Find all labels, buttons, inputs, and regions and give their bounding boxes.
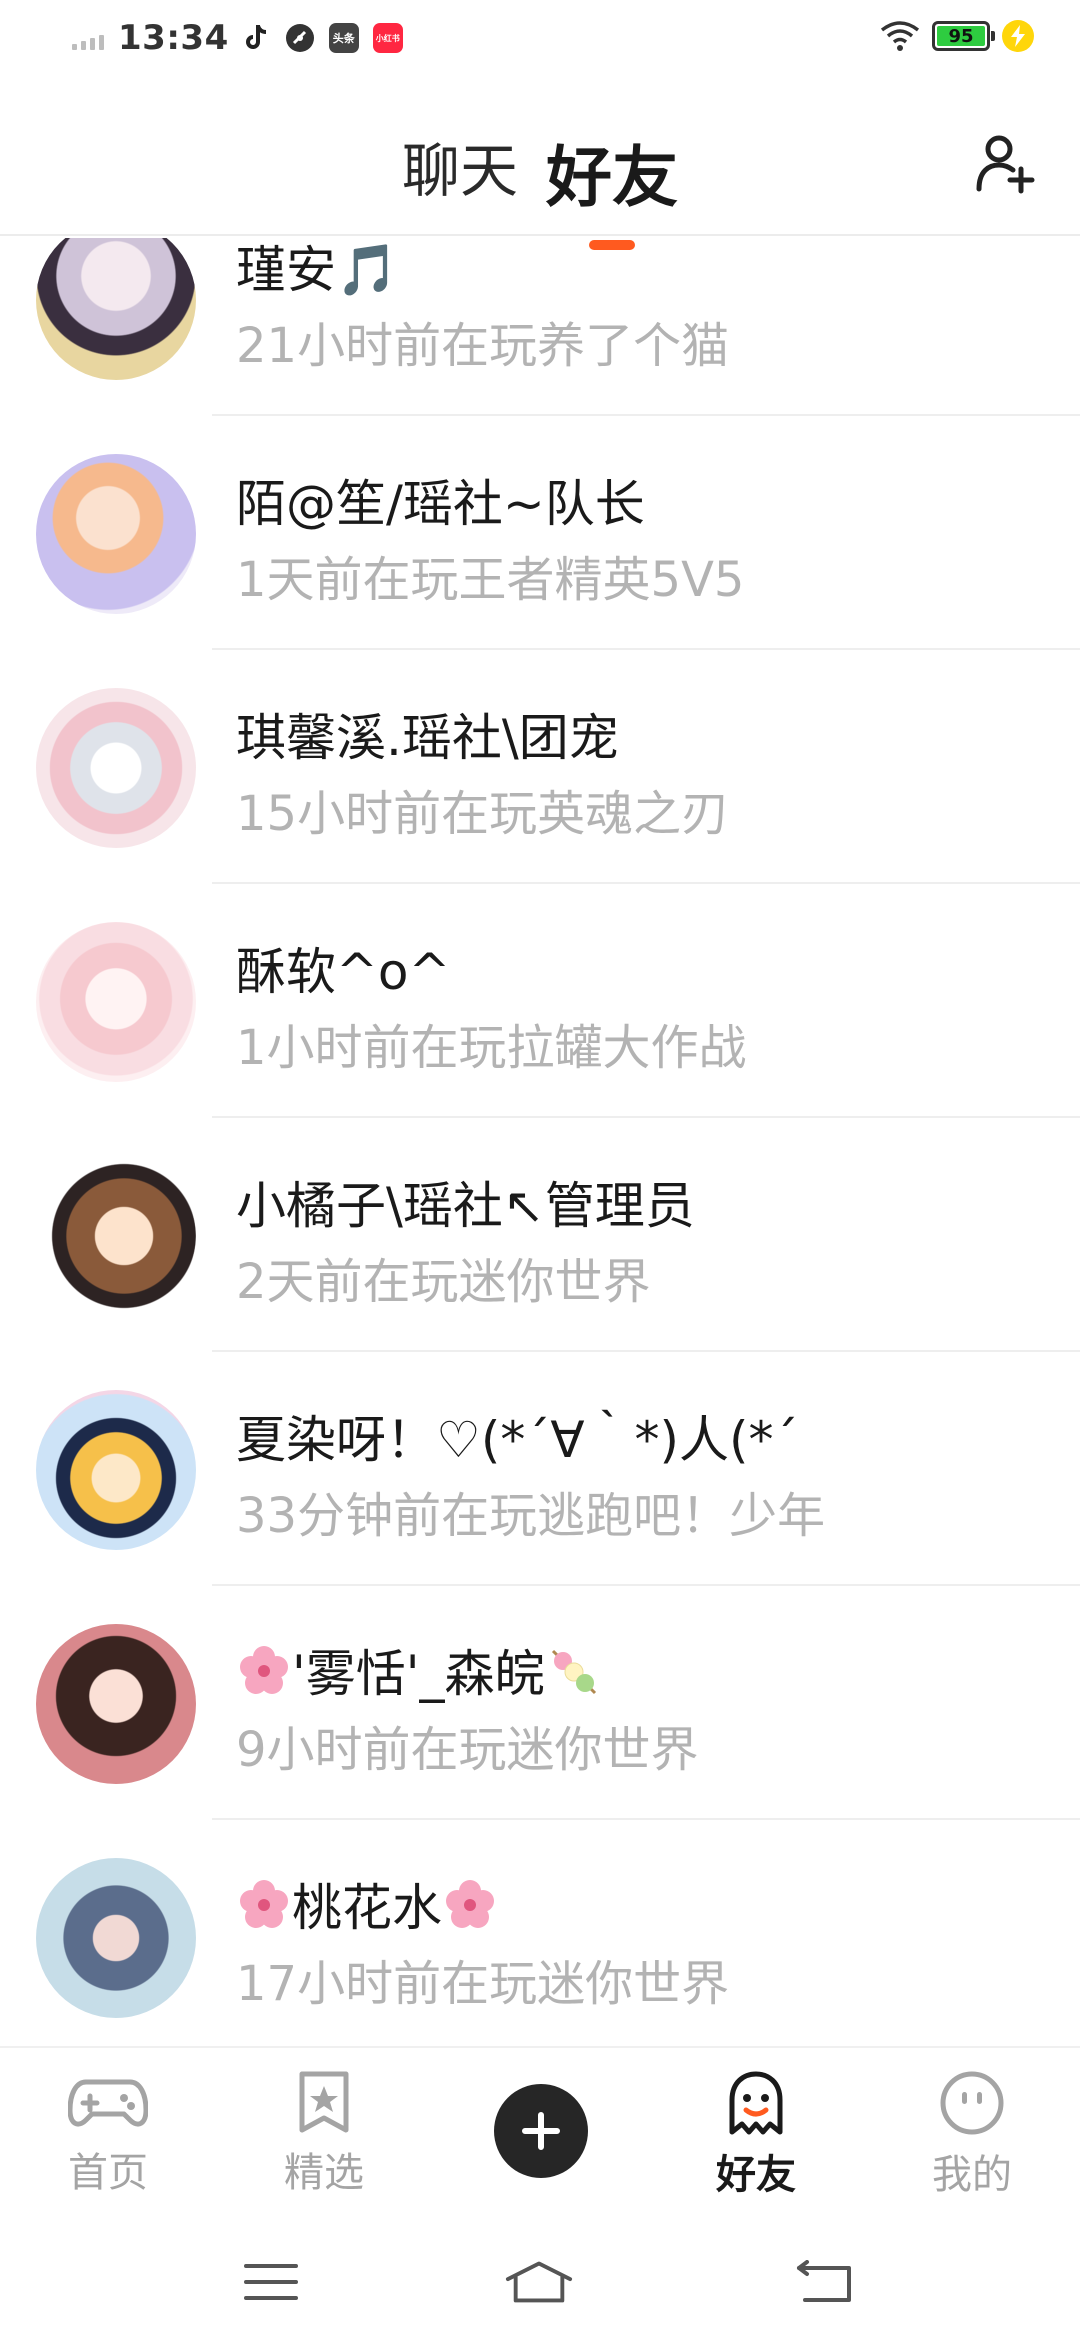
avatar — [36, 238, 196, 380]
tab-friends-label: 好友 — [546, 139, 678, 216]
signal-icon — [72, 26, 104, 50]
friend-name: 小橘子\瑶社↖管理员 — [236, 1177, 695, 1235]
avatar — [36, 922, 196, 1082]
back-icon — [797, 2260, 851, 2302]
face-icon — [940, 2071, 1004, 2135]
friend-row[interactable]: 桃花水 17小时前在玩迷你世界 — [0, 1820, 1080, 2046]
friend-status: 17小时前在玩迷你世界 — [236, 1956, 730, 2012]
friend-row[interactable]: 琪馨溪.瑶社\团宠 15小时前在玩英魂之刃 — [0, 650, 1080, 884]
menu-button[interactable] — [236, 2254, 306, 2310]
nav-label: 首页 — [68, 2150, 148, 2196]
battery-level: 95 — [937, 26, 985, 47]
ghost-icon — [729, 2071, 783, 2135]
avatar — [36, 688, 196, 848]
friend-row[interactable]: 陌@笙/瑶社~队长 1天前在玩王者精英5V5 — [0, 416, 1080, 650]
tiktok-icon — [245, 25, 266, 49]
friend-name: 瑾安🎵 — [236, 241, 399, 299]
friend-status: 1小时前在玩拉罐大作战 — [236, 1020, 747, 1076]
avatar — [36, 1858, 196, 2018]
xiaohongshu-icon: 小红书 — [372, 23, 403, 53]
gamepad-icon — [68, 2079, 148, 2127]
home-button[interactable] — [504, 2254, 574, 2310]
system-nav — [0, 2222, 1080, 2340]
friend-name: 桃花水 — [236, 1868, 498, 1940]
friend-row[interactable]: 瑾安🎵 21小时前在玩养了个猫 — [0, 238, 1080, 416]
nav-friends[interactable]: 好友 — [666, 2070, 846, 2200]
avatar — [36, 454, 196, 614]
nav-me[interactable]: 我的 — [882, 2070, 1062, 2200]
top-header: 聊天 好友 — [0, 84, 1080, 250]
sakura-icon — [446, 1880, 494, 1928]
friend-name: 夏染呀！♡(*´∀｀*)人(*´ — [236, 1411, 799, 1469]
back-button[interactable] — [790, 2254, 860, 2310]
nav-featured[interactable]: 精选 — [234, 2070, 414, 2198]
friend-status: 2天前在玩迷你世界 — [236, 1254, 651, 1310]
sakura-icon — [240, 1646, 288, 1694]
header-tabs: 聊天 好友 — [0, 124, 1080, 250]
status-right: 95 — [880, 20, 1034, 52]
avatar — [36, 1156, 196, 1316]
avatar — [36, 1624, 196, 1784]
sakura-icon — [240, 1880, 288, 1928]
publish-button[interactable] — [494, 2084, 588, 2178]
friend-list: 瑾安🎵 21小时前在玩养了个猫 陌@笙/瑶社~队长 1天前在玩王者精英5V5 琪… — [0, 238, 1080, 2046]
friend-row[interactable]: '雾恬'_森皖 9小时前在玩迷你世界 — [0, 1586, 1080, 1820]
dango-icon — [551, 1649, 596, 1695]
friend-row[interactable]: 酥软^o^ 1小时前在玩拉罐大作战 — [0, 884, 1080, 1118]
nav-label: 我的 — [932, 2152, 1012, 2198]
battery-icon: 95 — [932, 21, 995, 51]
friend-name: 酥软^o^ — [236, 943, 451, 1001]
avatar — [36, 1390, 196, 1550]
charging-icon — [1002, 20, 1034, 52]
friend-row[interactable]: 小橘子\瑶社↖管理员 2天前在玩迷你世界 — [0, 1118, 1080, 1352]
friend-name: 琪馨溪.瑶社\团宠 — [236, 709, 619, 767]
wifi-icon — [880, 21, 920, 51]
friend-status: 15小时前在玩英魂之刃 — [236, 786, 730, 842]
tab-friends[interactable]: 好友 — [546, 124, 678, 250]
friend-status: 1天前在玩王者精英5V5 — [236, 552, 745, 608]
nav-label: 好友 — [716, 2152, 796, 2198]
add-user-icon — [976, 135, 1035, 194]
friend-name: 陌@笙/瑶社~队长 — [236, 475, 645, 533]
friend-status: 21小时前在玩养了个猫 — [236, 318, 730, 374]
nav-label: 精选 — [284, 2150, 364, 2196]
nav-home[interactable]: 首页 — [18, 2070, 198, 2198]
menu-icon — [244, 2264, 298, 2300]
add-friend-button[interactable] — [970, 128, 1040, 198]
home-icon — [505, 2261, 573, 2303]
gauge-icon — [285, 24, 314, 52]
friend-status: 33分钟前在玩逃跑吧！少年 — [236, 1488, 826, 1544]
friend-status: 9小时前在玩迷你世界 — [236, 1722, 699, 1778]
status-time: 13:34 — [118, 18, 229, 58]
friend-row[interactable]: 夏染呀！♡(*´∀｀*)人(*´ 33分钟前在玩逃跑吧！少年 — [0, 1352, 1080, 1586]
toutiao-icon: 头条 — [328, 23, 359, 53]
bottom-nav: 首页 精选 好友 我的 — [0, 2046, 1080, 2222]
status-left: 13:34 头条 小红书 — [72, 18, 403, 58]
plus-icon — [522, 2112, 560, 2150]
tab-chat[interactable]: 聊天 — [402, 124, 518, 220]
friend-name: '雾恬'_森皖 — [236, 1634, 601, 1706]
star-bookmark-icon — [299, 2071, 349, 2133]
status-bar: 13:34 头条 小红书 95 — [0, 0, 1080, 84]
